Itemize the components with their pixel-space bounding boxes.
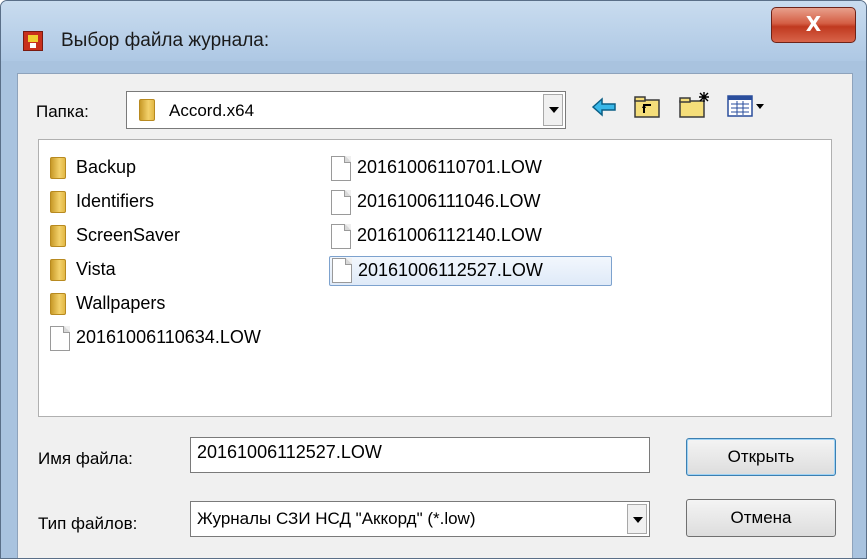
title-bar[interactable]: Выбор файла журнала: X	[1, 1, 866, 61]
file-icon	[331, 190, 351, 215]
file-icon	[331, 156, 351, 181]
list-item-label: 20161006112527.LOW	[358, 260, 543, 280]
file-list[interactable]: Backup Identifiers ScreenSaver Vista Wal…	[38, 139, 832, 417]
folder-icon	[50, 157, 66, 179]
folder-icon	[50, 191, 66, 213]
cancel-button[interactable]: Отмена	[686, 499, 836, 537]
list-item-folder[interactable]: Wallpapers	[48, 290, 268, 320]
list-item-folder[interactable]: Backup	[48, 154, 268, 184]
file-icon	[332, 258, 352, 283]
list-item-label: Wallpapers	[76, 293, 166, 313]
list-item-label: Identifiers	[76, 191, 155, 211]
list-item-label: 20161006110634.LOW	[76, 327, 261, 347]
window-title: Выбор файла журнала:	[61, 30, 270, 51]
view-menu-icon[interactable]	[726, 94, 768, 120]
filename-input[interactable]: 20161006112527.LOW	[190, 437, 650, 473]
chevron-down-icon[interactable]	[627, 504, 647, 534]
list-item-file[interactable]: 20161006111046.LOW	[329, 188, 599, 218]
list-item-label: 20161006111046.LOW	[357, 191, 541, 211]
file-dialog-window: Выбор файла журнала: X Папка: Accord.x64	[0, 0, 867, 559]
current-folder-name: Accord.x64	[169, 101, 255, 120]
list-item-label: 20161006110701.LOW	[357, 157, 542, 177]
folder-label: Папка:	[36, 102, 89, 121]
up-folder-icon[interactable]	[633, 94, 663, 120]
folder-icon	[50, 225, 66, 247]
list-item-label: Backup	[76, 157, 137, 177]
list-item-file-selected[interactable]: 20161006112527.LOW	[329, 256, 612, 286]
list-item-file[interactable]: 20161006112140.LOW	[329, 222, 599, 252]
app-icon	[23, 31, 43, 51]
list-item-file[interactable]: 20161006110634.LOW	[48, 324, 308, 354]
list-item-label: Vista	[76, 259, 116, 279]
folder-icon	[139, 99, 155, 121]
folder-combobox[interactable]: Accord.x64	[126, 91, 566, 129]
dialog-client-area: Папка: Accord.x64 Backup Identifiers Scr…	[17, 73, 853, 558]
open-button[interactable]: Открыть	[686, 438, 836, 476]
list-item-folder[interactable]: Vista	[48, 256, 268, 286]
file-icon	[331, 224, 351, 249]
list-item-folder[interactable]: Identifiers	[48, 188, 268, 218]
filename-label: Имя файла:	[38, 449, 133, 468]
file-icon	[50, 326, 70, 351]
chevron-down-icon[interactable]	[543, 94, 563, 126]
list-item-label: 20161006112140.LOW	[357, 225, 542, 245]
list-item-folder[interactable]: ScreenSaver	[48, 222, 268, 252]
filetype-label: Тип файлов:	[38, 514, 138, 533]
folder-icon	[50, 293, 66, 315]
back-arrow-icon[interactable]	[591, 96, 619, 118]
folder-icon	[50, 259, 66, 281]
filetype-value: Журналы СЗИ НСД "Аккорд" (*.low)	[197, 509, 476, 528]
filetype-combobox[interactable]: Журналы СЗИ НСД "Аккорд" (*.low)	[190, 501, 650, 537]
close-button[interactable]: X	[771, 7, 856, 43]
list-item-file[interactable]: 20161006110701.LOW	[329, 154, 599, 184]
new-folder-icon[interactable]	[678, 90, 712, 120]
list-item-label: ScreenSaver	[76, 225, 181, 245]
